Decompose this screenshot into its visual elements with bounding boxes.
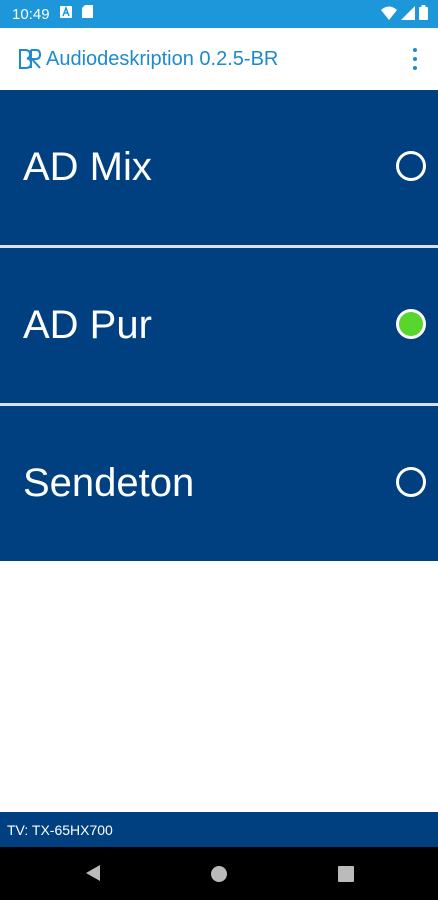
option-label: Sendeton: [23, 461, 195, 505]
sd-card-icon: [81, 5, 93, 23]
radio-checked-icon[interactable]: [396, 309, 426, 339]
br-logo-icon: [18, 48, 42, 75]
radio-unchecked-icon[interactable]: [396, 467, 426, 497]
signal-icon: [401, 5, 415, 25]
home-icon[interactable]: [210, 865, 228, 888]
app-title: Audiodeskription 0.2.5-BR: [46, 47, 279, 70]
status-time: 10:49: [12, 5, 50, 23]
tv-status-bar: TV: TX-65HX700: [0, 812, 438, 847]
audio-options-list: AD Mix AD Pur Sendeton: [0, 90, 438, 561]
recents-icon[interactable]: [338, 866, 354, 887]
wifi-icon: [381, 6, 397, 25]
tv-label: TV: TX-65HX700: [7, 821, 113, 838]
option-ad-mix[interactable]: AD Mix: [0, 90, 438, 248]
system-nav-bar: [0, 847, 438, 900]
back-icon[interactable]: [84, 863, 102, 888]
a-notification-icon: [59, 5, 72, 23]
status-bar: 10:49: [0, 0, 438, 28]
overflow-menu-icon[interactable]: [408, 48, 422, 70]
option-label: AD Mix: [23, 145, 152, 189]
app-bar: Audiodeskription 0.2.5-BR: [0, 28, 438, 90]
option-ad-pur[interactable]: AD Pur: [0, 248, 438, 406]
option-sendeton[interactable]: Sendeton: [0, 406, 438, 561]
option-label: AD Pur: [23, 303, 152, 347]
battery-icon: [419, 5, 428, 25]
radio-unchecked-icon[interactable]: [396, 151, 426, 181]
